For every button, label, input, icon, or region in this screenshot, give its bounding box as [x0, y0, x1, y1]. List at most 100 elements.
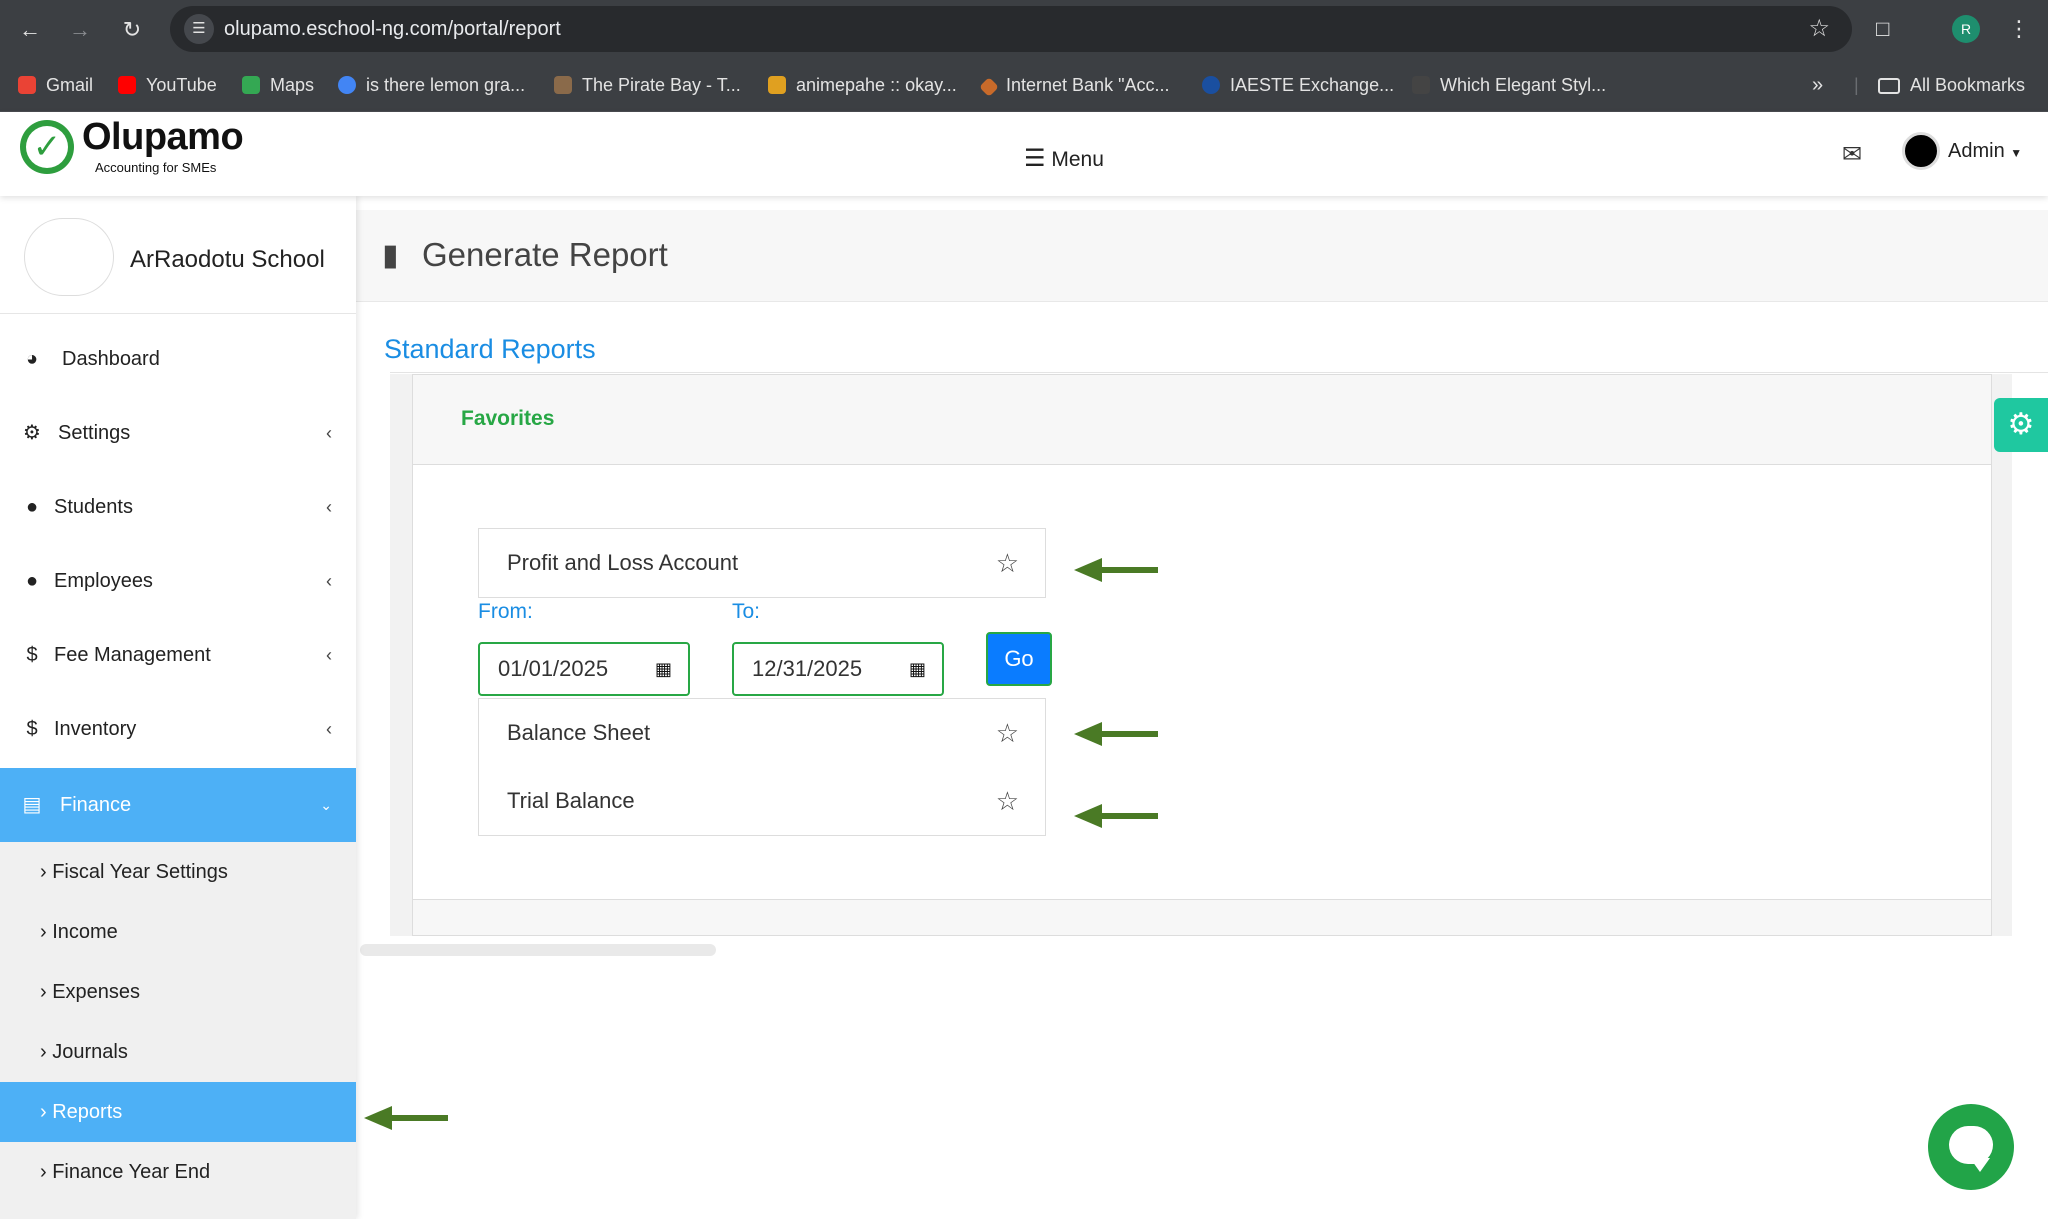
chat-bubble-tail — [1970, 1158, 1990, 1172]
hamburger-icon: ☰ — [1024, 145, 1046, 172]
youtube-icon — [118, 76, 136, 94]
from-date-value: 01/01/2025 — [498, 656, 609, 681]
annotation-arrow-icon — [1074, 722, 1158, 746]
favorites-card-footer — [413, 899, 1991, 935]
report-name[interactable]: Profit and Loss Account — [507, 529, 738, 597]
report-name[interactable]: Balance Sheet — [507, 699, 650, 767]
star-icon[interactable]: ☆ — [996, 529, 1019, 597]
submenu-finance-year-end[interactable]: › Finance Year End — [0, 1142, 356, 1202]
bookmark-iaeste[interactable]: IAESTE Exchange... — [1202, 58, 1394, 112]
standard-reports-heading: Standard Reports — [384, 334, 596, 364]
calendar-icon[interactable]: ▦ — [655, 644, 672, 694]
bookmarks-bar: Gmail YouTube Maps is there lemon gra...… — [0, 58, 2048, 112]
annotation-arrow-icon — [1074, 804, 1158, 828]
report-list-top: Profit and Loss Account ☆ — [478, 528, 1046, 598]
sidebar-item-settings[interactable]: ⚙ Settings ‹ — [0, 396, 356, 470]
submenu-fiscal-year-settings[interactable]: › Fiscal Year Settings — [0, 842, 356, 902]
site-settings-icon[interactable]: ☰ — [184, 14, 214, 44]
sidebar-item-inventory[interactable]: $ Inventory ‹ — [0, 692, 356, 766]
favorites-card-header: Favorites — [413, 375, 1991, 465]
dashboard-icon: ◕ — [25, 348, 39, 370]
address-bar[interactable]: ☰ olupamo.eschool-ng.com/portal/report ☆ — [170, 6, 1852, 52]
finance-submenu: › Fiscal Year Settings › Income › Expens… — [0, 842, 356, 1219]
sidebar: ArRaodotu School ◕ Dashboard ⚙ Settings … — [0, 196, 356, 1219]
submenu-reports[interactable]: › Reports — [0, 1082, 356, 1142]
favorites-title: Favorites — [461, 407, 555, 430]
book-icon: ▤ — [22, 794, 42, 816]
ship-icon — [554, 76, 572, 94]
bookmark-youtube[interactable]: YouTube — [118, 58, 217, 112]
chevron-left-icon: ‹ — [326, 423, 332, 443]
bookmark-internet-bank[interactable]: Internet Bank "Acc... — [979, 58, 1169, 112]
page-header: ▮ Generate Report — [356, 210, 2048, 302]
sidebar-item-fee-management[interactable]: $ Fee Management ‹ — [0, 618, 356, 692]
bookmark-star-icon[interactable]: ☆ — [1808, 6, 1830, 52]
back-arrow-icon[interactable]: ← — [14, 14, 46, 46]
bookmark-google[interactable]: is there lemon gra... — [338, 58, 525, 112]
school-logo — [24, 218, 114, 296]
chevron-left-icon: ‹ — [326, 719, 332, 739]
submenu-journals[interactable]: › Journals — [0, 1022, 356, 1082]
go-button[interactable]: Go — [986, 632, 1052, 686]
logo-name[interactable]: Olupamo — [82, 116, 244, 159]
sidebar-item-finance[interactable]: ▤ Finance ⌄ — [0, 768, 356, 842]
settings-panel-gear-icon[interactable]: ⚙ — [1994, 398, 2048, 452]
bookmark-gmail[interactable]: Gmail — [18, 58, 93, 112]
star-icon[interactable]: ☆ — [996, 767, 1019, 835]
url-text[interactable]: olupamo.eschool-ng.com/portal/report — [224, 6, 561, 52]
file-icon: ▮ — [382, 239, 399, 272]
gear-icon: ⚙ — [23, 422, 41, 444]
report-item-trial-balance[interactable]: Trial Balance ☆ — [479, 767, 1045, 835]
avatar[interactable] — [1902, 132, 1940, 170]
submenu-expenses[interactable]: › Expenses — [0, 962, 356, 1022]
profile-avatar[interactable]: R — [1952, 15, 1980, 43]
bookmark-maps[interactable]: Maps — [242, 58, 314, 112]
to-label: To: — [732, 600, 761, 623]
chevron-left-icon: ‹ — [326, 645, 332, 665]
calendar-icon[interactable]: ▦ — [909, 644, 926, 694]
forward-arrow-icon[interactable]: → — [64, 14, 96, 46]
browser-toolbar: ← → ↻ ☰ olupamo.eschool-ng.com/portal/re… — [0, 0, 2048, 58]
annotation-arrow-icon — [1074, 558, 1158, 582]
sidebar-item-students[interactable]: ● Students ‹ — [0, 470, 356, 544]
report-item-balance-sheet[interactable]: Balance Sheet ☆ — [479, 699, 1045, 767]
folder-icon — [1878, 78, 1900, 94]
report-item-profit-loss[interactable]: Profit and Loss Account ☆ — [479, 529, 1045, 597]
animepahe-icon — [768, 76, 786, 94]
section-divider — [390, 372, 2048, 373]
google-icon — [338, 76, 356, 94]
extensions-icon[interactable]: □ — [1876, 12, 1889, 46]
more-menu-icon[interactable]: ⋮ — [2008, 12, 2030, 46]
from-date-input[interactable]: 01/01/2025 ▦ — [478, 642, 690, 696]
user-icon: ● — [25, 496, 39, 518]
sidebar-item-dashboard[interactable]: ◕ Dashboard — [0, 322, 356, 396]
olupamo-logo-icon[interactable]: ✓ — [20, 120, 74, 174]
bookmark-elegant[interactable]: Which Elegant Styl... — [1412, 58, 1606, 112]
iaeste-icon — [1202, 76, 1220, 94]
chevron-left-icon: ‹ — [326, 497, 332, 517]
dollar-icon: $ — [26, 644, 38, 666]
mail-icon[interactable]: ✉ — [1842, 140, 1862, 169]
app-header: ✓ Olupamo Accounting for SMEs ☰ Menu ✉ A… — [0, 112, 2048, 196]
sidebar-item-employees[interactable]: ● Employees ‹ — [0, 544, 356, 618]
bank-icon — [979, 77, 999, 97]
horizontal-scrollbar[interactable] — [360, 944, 716, 956]
report-name[interactable]: Trial Balance — [507, 767, 635, 835]
caret-down-icon: ▼ — [2010, 146, 2023, 160]
gmail-icon — [18, 76, 36, 94]
bookmarks-divider: | — [1854, 75, 1859, 95]
star-icon[interactable]: ☆ — [996, 699, 1019, 767]
all-bookmarks[interactable]: All Bookmarks — [1878, 58, 2025, 112]
chat-widget-button[interactable] — [1928, 1104, 2014, 1190]
chevron-down-icon: ⌄ — [320, 797, 332, 813]
submenu-income[interactable]: › Income — [0, 902, 356, 962]
to-date-input[interactable]: 12/31/2025 ▦ — [732, 642, 944, 696]
bookmark-piratebay[interactable]: The Pirate Bay - T... — [554, 58, 741, 112]
to-date-value: 12/31/2025 — [752, 656, 863, 681]
reload-icon[interactable]: ↻ — [116, 14, 148, 46]
more-bookmarks-icon[interactable]: » — [1812, 58, 1823, 112]
bookmark-animepahe[interactable]: animepahe :: okay... — [768, 58, 957, 112]
dollar-icon: $ — [26, 718, 38, 740]
page-title: Generate Report — [422, 236, 668, 273]
menu-button[interactable]: ☰ Menu — [1024, 144, 1104, 173]
